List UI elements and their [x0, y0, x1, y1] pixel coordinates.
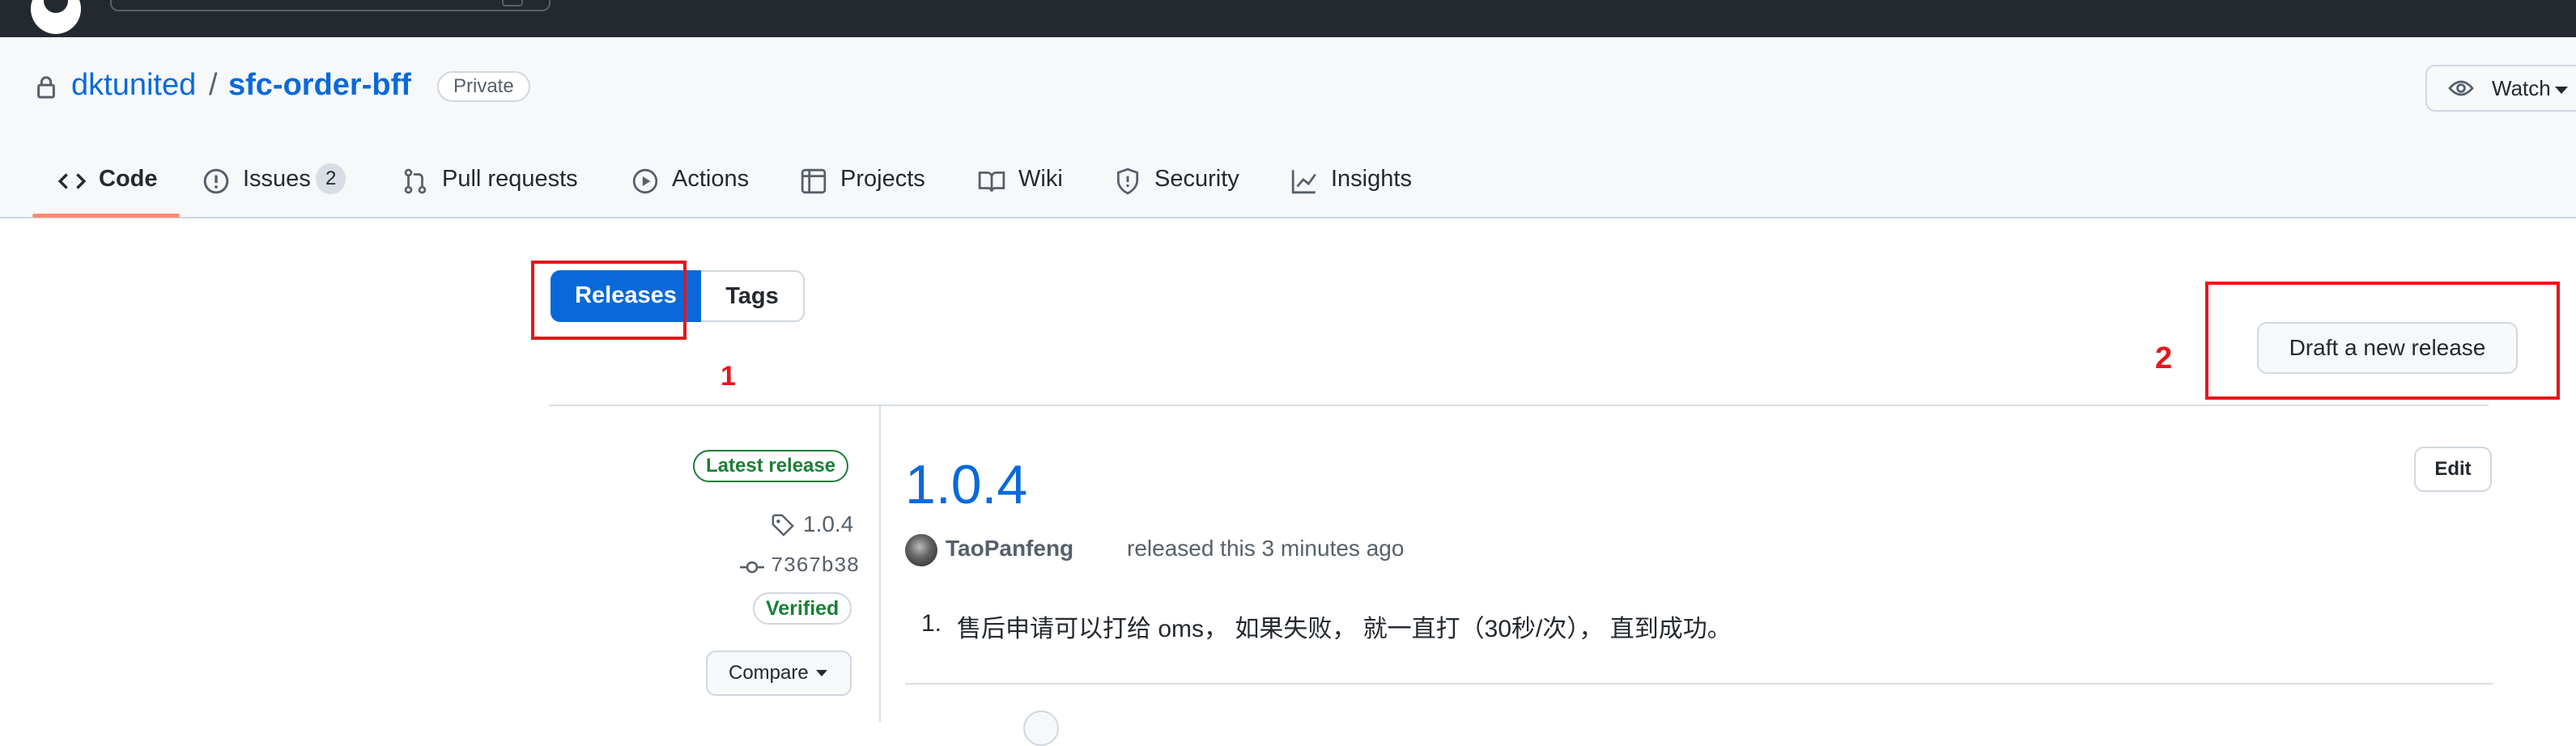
tab-label: Insights: [1331, 166, 1412, 192]
tab-actions[interactable]: Actions: [631, 152, 785, 209]
chevron-down-icon: [816, 670, 827, 676]
commit-icon: [740, 561, 764, 574]
code-icon: [58, 173, 86, 189]
tab-issues[interactable]: Issues 2: [202, 152, 356, 209]
commit-sha-link[interactable]: 7367b38: [771, 553, 859, 578]
tab-label: Pull requests: [442, 166, 578, 192]
pull-request-icon: [404, 168, 427, 194]
issues-count-badge: 2: [316, 163, 346, 194]
search-input[interactable]: [110, 0, 550, 11]
repo-header: [0, 37, 2576, 218]
released-timestamp-text: released this 3 minutes ago: [1127, 536, 1405, 561]
book-icon: [978, 171, 1005, 193]
graph-icon: [1291, 170, 1316, 194]
compare-button[interactable]: Compare: [706, 651, 852, 696]
tab-label: Issues: [243, 166, 311, 192]
author-link[interactable]: TaoPanfeng: [946, 536, 1073, 562]
slash-shortcut-icon: [502, 0, 523, 6]
chevron-down-icon: [2555, 87, 2568, 94]
release-tag-link[interactable]: 1.0.4: [803, 511, 853, 537]
list-item-number: 1.: [921, 610, 942, 637]
repo-path-separator: /: [209, 68, 218, 102]
repo-owner-link[interactable]: dktunited: [71, 68, 196, 103]
eye-icon: [2448, 80, 2474, 96]
tab-wiki[interactable]: Wiki: [978, 152, 1083, 209]
edit-release-button[interactable]: Edit: [2414, 447, 2492, 492]
release-title-link[interactable]: 1.0.4: [905, 453, 1027, 516]
tags-tab-button[interactable]: Tags: [701, 270, 805, 322]
tab-pull-requests[interactable]: Pull requests: [402, 152, 588, 209]
selected-tab-indicator: [32, 214, 180, 218]
tab-label: Actions: [672, 166, 750, 192]
avatar[interactable]: [905, 534, 937, 566]
shield-icon: [1116, 167, 1139, 195]
compare-label: Compare: [729, 662, 809, 684]
tab-projects[interactable]: Projects: [800, 152, 946, 209]
tab-security[interactable]: Security: [1114, 152, 1260, 209]
release-note-item: 售后申请可以打给 oms， 如果失败， 就一直打（30秒/次）， 直到成功。: [957, 616, 1732, 642]
tab-label: Projects: [840, 166, 925, 192]
tab-label: Wiki: [1018, 166, 1063, 192]
annotation-label: 2: [2155, 341, 2173, 375]
visibility-badge: Private: [437, 71, 530, 102]
draft-new-release-button[interactable]: Draft a new release: [2257, 322, 2518, 374]
tab-insights[interactable]: Insights: [1290, 152, 1436, 209]
divider: [879, 405, 881, 722]
tag-icon: [772, 514, 794, 536]
latest-release-badge: Latest release: [693, 450, 849, 482]
table-icon: [801, 168, 827, 194]
partially-visible-icon: [1023, 710, 1059, 746]
divider: [905, 683, 2493, 685]
tab-label: Security: [1154, 166, 1239, 192]
tab-code[interactable]: Code: [58, 152, 178, 209]
verified-badge[interactable]: Verified: [753, 592, 852, 625]
play-icon: [632, 168, 658, 194]
issue-icon: [203, 168, 229, 194]
annotation-label: 1: [721, 361, 736, 392]
tab-label: Code: [99, 166, 158, 192]
watch-label: Watch: [2492, 76, 2551, 100]
repo-name-link[interactable]: sfc-order-bff: [228, 68, 411, 103]
lock-icon: [37, 76, 55, 99]
divider: [549, 405, 2489, 406]
annotation-highlight-box: [531, 261, 687, 340]
